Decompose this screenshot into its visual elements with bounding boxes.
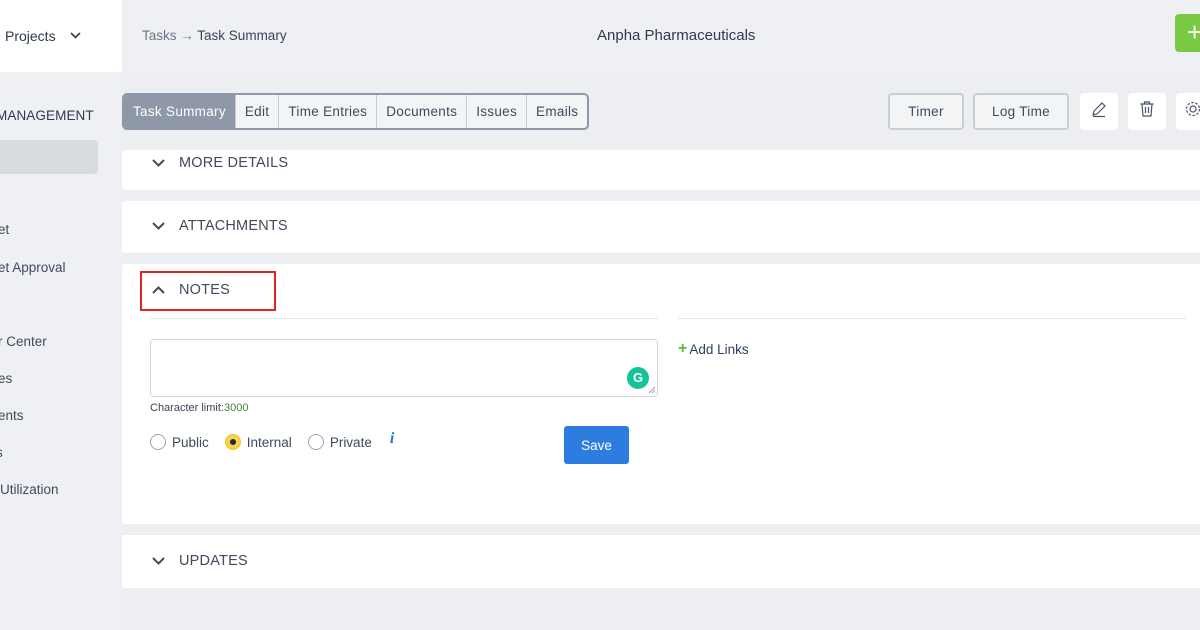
- radio-internal[interactable]: Internal: [224, 434, 292, 450]
- sidebar-item-timesheet-approval[interactable]: et Approval: [0, 260, 66, 275]
- add-button[interactable]: +: [1175, 14, 1200, 52]
- task-tabs: Task Summary Edit Time Entries Documents…: [122, 93, 590, 130]
- delete-button[interactable]: [1128, 93, 1166, 130]
- character-limit-label: Character limit:: [150, 402, 224, 414]
- projects-dropdown[interactable]: Projects: [0, 0, 122, 72]
- sidebar-item-ents[interactable]: ents: [0, 408, 24, 423]
- info-icon[interactable]: i: [390, 430, 394, 448]
- tab-edit[interactable]: Edit: [234, 95, 278, 128]
- radio-internal-circle[interactable]: [224, 434, 241, 450]
- radio-private-label: Private: [329, 434, 372, 450]
- sidebar-item-center[interactable]: r Center: [0, 334, 47, 349]
- edit-button[interactable]: [1080, 93, 1118, 130]
- chevron-up-icon: [152, 286, 165, 294]
- pencil-icon: [1090, 100, 1108, 123]
- radio-private-circle[interactable]: [307, 434, 324, 450]
- add-links-label: Add Links: [689, 341, 749, 357]
- tab-emails[interactable]: Emails: [526, 95, 587, 128]
- notes-textarea[interactable]: [150, 339, 658, 397]
- updates-header[interactable]: UPDATES: [152, 553, 248, 569]
- tab-task-summary[interactable]: Task Summary: [124, 95, 235, 128]
- breadcrumb: Tasks → Task Summary: [142, 28, 287, 43]
- visibility-radio-group: Public Internal Private i: [150, 430, 394, 450]
- chevron-down-icon: [152, 557, 165, 565]
- tab-documents[interactable]: Documents: [376, 95, 466, 128]
- breadcrumb-current: Task Summary: [197, 28, 287, 43]
- more-details-card: MORE DETAILS: [122, 150, 1200, 190]
- radio-internal-label: Internal: [246, 434, 292, 450]
- tab-issues[interactable]: Issues: [466, 95, 526, 128]
- add-links-button[interactable]: + Add Links: [678, 340, 749, 358]
- chevron-down-icon: [70, 30, 81, 42]
- updates-card: UPDATES: [122, 535, 1200, 588]
- more-details-title: MORE DETAILS: [179, 155, 289, 171]
- radio-public[interactable]: Public: [150, 434, 209, 450]
- notes-divider-left: [150, 318, 658, 319]
- sidebar-item-s[interactable]: s: [0, 445, 3, 460]
- timer-button[interactable]: Timer: [888, 93, 964, 130]
- tab-time-entries[interactable]: Time Entries: [278, 95, 376, 128]
- radio-private[interactable]: Private: [307, 434, 372, 450]
- grammarly-icon[interactable]: G: [627, 367, 649, 389]
- notes-card: NOTES G Character limit:3000 Public Inte…: [122, 264, 1200, 524]
- sidebar-item-utilization[interactable]: Utilization: [0, 482, 59, 497]
- sidebar-item-active[interactable]: [0, 140, 98, 174]
- save-button[interactable]: Save: [564, 426, 629, 464]
- radio-public-label: Public: [172, 434, 209, 450]
- sidebar: Projects MANAGEMENT et et Approval r Cen…: [0, 0, 122, 630]
- settings-button[interactable]: [1176, 93, 1200, 130]
- attachments-title: ATTACHMENTS: [179, 218, 288, 234]
- sidebar-item-timesheet[interactable]: et: [0, 222, 9, 237]
- updates-title: UPDATES: [179, 553, 248, 569]
- chevron-down-icon: [152, 222, 165, 230]
- gear-icon: [1174, 100, 1200, 123]
- character-limit-value: 3000: [223, 402, 249, 414]
- notes-header[interactable]: NOTES: [152, 282, 230, 298]
- company-name: Anpha Pharmaceuticals: [597, 27, 756, 44]
- breadcrumb-tasks-link[interactable]: Tasks: [142, 28, 177, 43]
- sidebar-item-es[interactable]: es: [0, 371, 12, 386]
- character-limit: Character limit:3000: [150, 402, 248, 414]
- attachments-header[interactable]: ATTACHMENTS: [152, 218, 288, 234]
- resize-grip-icon[interactable]: [648, 386, 656, 394]
- more-details-header[interactable]: MORE DETAILS: [152, 155, 288, 171]
- chevron-down-icon: [152, 159, 165, 167]
- log-time-button[interactable]: Log Time: [973, 93, 1069, 130]
- sidebar-section-title: MANAGEMENT: [0, 108, 94, 123]
- radio-public-circle[interactable]: [150, 434, 166, 450]
- attachments-card: ATTACHMENTS: [122, 201, 1200, 253]
- top-header: Tasks → Task Summary Anpha Pharmaceutica…: [122, 0, 1200, 72]
- notes-divider-right: [678, 318, 1186, 319]
- projects-label: Projects: [5, 28, 56, 44]
- plus-icon: +: [678, 340, 688, 357]
- task-toolbar: Task Summary Edit Time Entries Documents…: [122, 72, 1200, 150]
- trash-icon: [1139, 100, 1155, 123]
- notes-title: NOTES: [179, 282, 230, 298]
- breadcrumb-separator: →: [180, 28, 194, 43]
